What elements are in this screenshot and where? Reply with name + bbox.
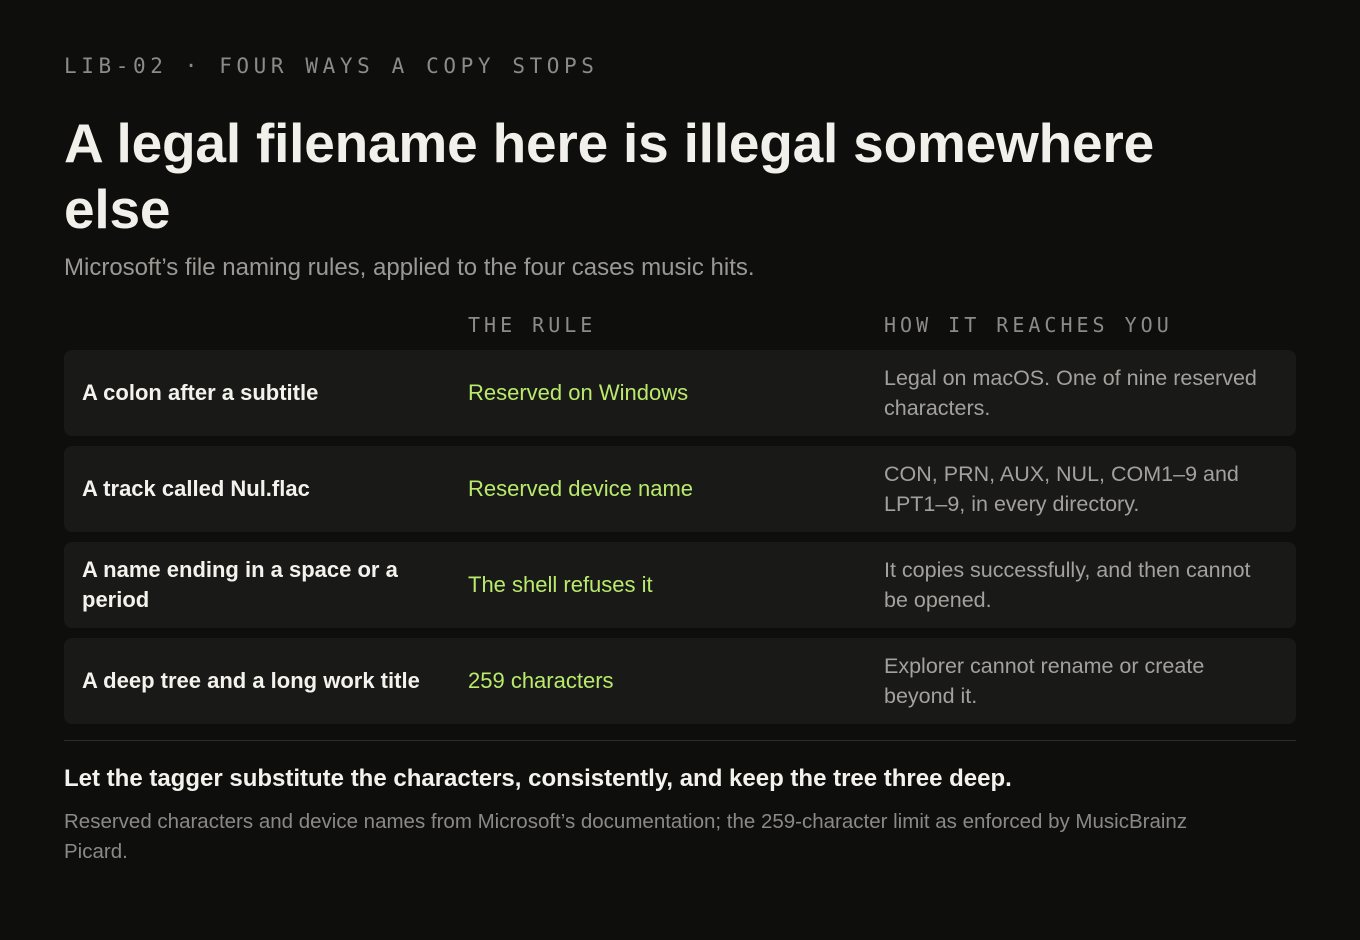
table-row: A deep tree and a long work title 259 ch… xyxy=(64,638,1296,724)
reach-cell: Explorer cannot rename or create beyond … xyxy=(884,654,1205,708)
page-subtitle: Microsoft’s file naming rules, applied t… xyxy=(64,254,755,281)
table-row: A track called Nul.flac Reserved device … xyxy=(64,446,1296,532)
source-note: Reserved characters and device names fro… xyxy=(64,810,1188,863)
table-header: THE RULE HOW IT REACHES YOU xyxy=(64,312,1296,342)
takeaway-text: Let the tagger substitute the characters… xyxy=(64,765,1012,792)
table-row: A name ending in a space or a period The… xyxy=(64,542,1296,628)
rule-cell: 259 characters xyxy=(468,668,614,693)
page-title: A legal filename here is illegal somewhe… xyxy=(64,112,1155,240)
reach-cell: CON, PRN, AUX, NUL, COM1–9 and LPT1–9, i… xyxy=(884,462,1239,516)
rule-cell: Reserved device name xyxy=(468,476,694,501)
reach-cell: It copies successfully, and then cannot … xyxy=(884,558,1251,612)
rules-table: A colon after a subtitle Reserved on Win… xyxy=(64,350,1296,724)
divider xyxy=(64,740,1296,741)
case-cell: A deep tree and a long work title xyxy=(82,668,420,693)
column-header-reach: HOW IT REACHES YOU xyxy=(884,313,1173,337)
rule-cell: The shell refuses it xyxy=(468,572,653,597)
page: LIB-02 · FOUR WAYS A COPY STOPS A legal … xyxy=(0,0,1360,940)
eyebrow-label: LIB-02 · FOUR WAYS A COPY STOPS xyxy=(64,54,599,78)
table-row: A colon after a subtitle Reserved on Win… xyxy=(64,350,1296,436)
column-header-rule: THE RULE xyxy=(468,313,597,337)
case-cell: A colon after a subtitle xyxy=(82,380,319,405)
reach-cell: Legal on macOS. One of nine reserved cha… xyxy=(884,366,1257,420)
rule-cell: Reserved on Windows xyxy=(468,380,689,405)
case-cell: A name ending in a space or a period xyxy=(82,557,398,612)
case-cell: A track called Nul.flac xyxy=(82,476,310,501)
